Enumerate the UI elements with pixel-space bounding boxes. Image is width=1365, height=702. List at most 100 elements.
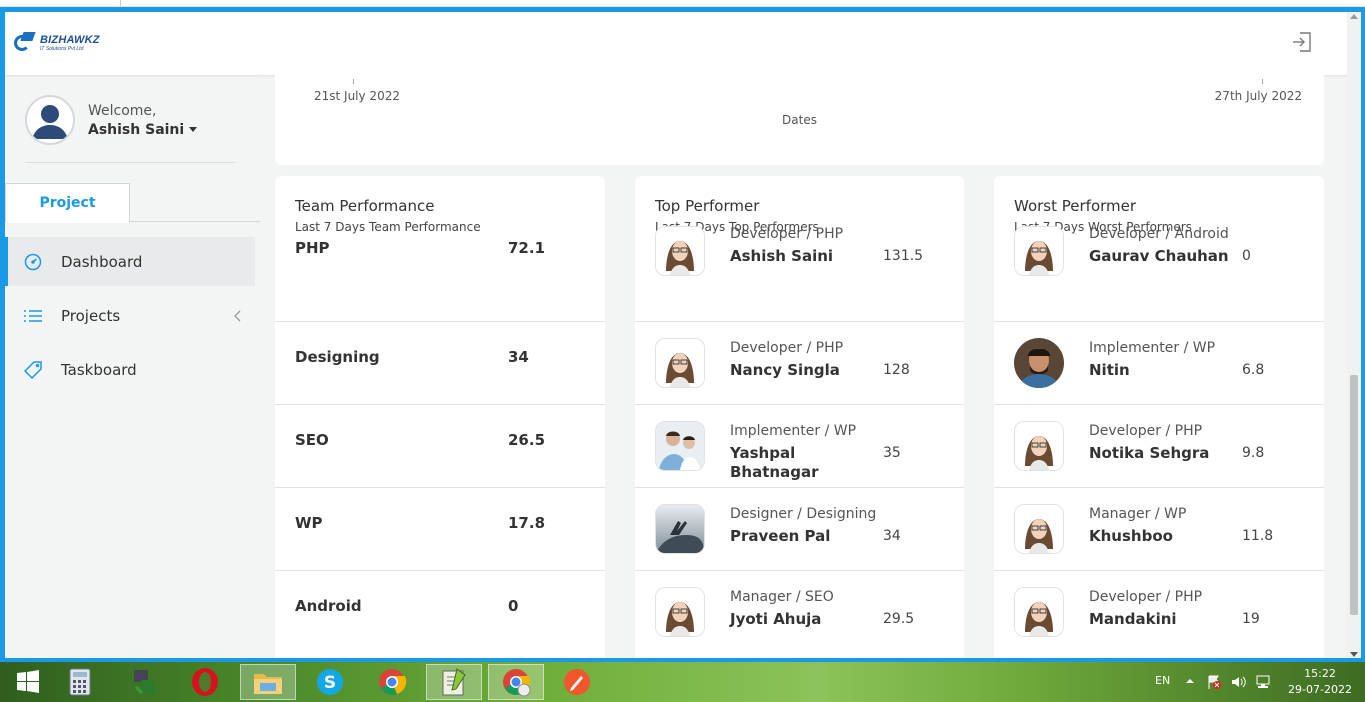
scroll-down-arrow-icon[interactable]	[1350, 652, 1358, 657]
performer-role: Developer / Android	[1089, 226, 1229, 242]
card-title: Top Performer	[655, 197, 760, 215]
card-subtitle: Last 7 Days Team Performance	[295, 220, 481, 234]
team-name: PHP	[295, 239, 330, 257]
scrollbar-thumb[interactable]	[1350, 375, 1358, 615]
dashboard-gauge-icon	[23, 252, 43, 272]
pen-tool-icon[interactable]	[549, 664, 605, 700]
performer-name: Jyoti Ahuja	[730, 610, 822, 628]
team-row: Designing 34	[275, 322, 605, 405]
calculator-icon[interactable]	[52, 664, 108, 700]
sidebar-item-projects[interactable]: Projects	[5, 291, 255, 340]
brand-logo[interactable]: BIZHAWKZ IT Solutions Pvt Ltd	[14, 28, 104, 58]
sky-hand-photo-icon	[655, 504, 705, 554]
tab-edge	[120, 0, 121, 6]
performer-row: Developer / Android Gaurav Chauhan 0	[994, 226, 1324, 322]
team-score: 0	[508, 597, 519, 615]
performer-row: Developer / PHP Mandakini 19	[994, 571, 1324, 654]
scroll-up-arrow-icon[interactable]	[1350, 14, 1358, 19]
performer-score: 19	[1242, 611, 1260, 627]
card-title: Team Performance	[295, 197, 435, 215]
performer-role: Developer / PHP	[730, 340, 844, 356]
female-avatar-icon	[655, 226, 705, 276]
card-title: Worst Performer	[1014, 197, 1137, 215]
team-row: Android 0	[275, 571, 605, 654]
performer-name: Yashpal Bhatnagar	[730, 444, 819, 481]
action-center-flag-icon[interactable]	[1206, 674, 1222, 693]
system-clock[interactable]: 15:22 29-07-2022	[1280, 666, 1360, 698]
chrome-icon[interactable]	[364, 664, 420, 700]
performer-score: 11.8	[1242, 528, 1274, 544]
performer-name: Ashish Saini	[730, 247, 834, 265]
welcome-label: Welcome,	[88, 102, 157, 119]
volume-icon[interactable]	[1230, 674, 1246, 693]
performer-role: Developer / PHP	[730, 226, 844, 242]
female-avatar-icon	[1014, 587, 1064, 637]
language-indicator[interactable]: EN	[1155, 674, 1170, 687]
notepad-plus-plus-icon[interactable]	[426, 664, 482, 700]
performer-name: Khushboo	[1089, 527, 1173, 545]
man-photo-icon	[1014, 338, 1064, 388]
user-avatar[interactable]	[25, 95, 75, 145]
file-explorer-icon[interactable]	[240, 664, 296, 700]
team-name: WP	[295, 514, 323, 532]
tab-project[interactable]: Project	[5, 183, 130, 223]
team-score: 26.5	[508, 431, 546, 449]
performer-row: Implementer / WP Nitin 6.8	[994, 322, 1324, 405]
performer-score: 35	[883, 445, 901, 461]
sidebar: Welcome, Ashish Saini Project Dashboard …	[5, 77, 260, 658]
performer-role: Implementer / WP	[1089, 340, 1216, 356]
worst-performer-card: Worst Performer Last 7 Days Worst Perfor…	[994, 176, 1324, 658]
welcome-block: Welcome, Ashish Saini	[88, 102, 198, 138]
network-icon[interactable]	[1255, 674, 1271, 693]
performer-row: Manager / SEO Jyoti Ahuja 29.5	[635, 571, 964, 654]
performer-score: 29.5	[883, 611, 915, 627]
performer-row: Designer / Designing Praveen Pal 34	[635, 488, 964, 571]
performer-role: Manager / WP	[1089, 506, 1187, 522]
user-profile: Welcome, Ashish Saini	[25, 95, 198, 145]
chevron-left-icon	[233, 308, 241, 326]
user-menu-toggle[interactable]: Ashish Saini	[88, 122, 198, 138]
logout-icon[interactable]	[1290, 30, 1314, 54]
tag-icon	[23, 360, 43, 380]
team-score: 72.1	[508, 239, 546, 257]
chevron-up-icon[interactable]	[1185, 675, 1195, 688]
skype-icon[interactable]: S	[302, 664, 358, 700]
team-score: 17.8	[508, 514, 546, 532]
team-name: SEO	[295, 431, 329, 449]
performer-row: Manager / WP Khushboo 11.8	[994, 488, 1324, 571]
two-people-photo-icon	[655, 421, 705, 471]
sidebar-item-dashboard[interactable]: Dashboard	[5, 237, 255, 286]
performer-role: Designer / Designing	[730, 506, 877, 522]
team-row: PHP 72.1	[275, 239, 605, 322]
performer-row: Developer / PHP Notika Sehgra 9.8	[994, 405, 1324, 488]
start-icon[interactable]	[0, 664, 56, 700]
vertical-scrollbar[interactable]	[1347, 12, 1361, 658]
caret-down-icon	[189, 127, 198, 132]
performer-score: 6.8	[1242, 362, 1265, 378]
list-icon	[23, 306, 43, 326]
x-tick-label-start: 21st July 2022	[314, 89, 400, 103]
divider	[25, 162, 235, 163]
performer-name: Gaurav Chauhan	[1089, 247, 1229, 265]
network-tool-icon[interactable]	[115, 664, 171, 700]
x-tick	[353, 79, 354, 84]
team-name: Designing	[295, 348, 380, 366]
chrome-user-icon[interactable]	[488, 664, 544, 700]
female-avatar-icon	[655, 587, 705, 637]
performer-score: 34	[883, 528, 901, 544]
sidebar-nav: Dashboard Projects Taskboard	[5, 237, 255, 399]
performer-score: 131.5	[883, 248, 924, 264]
performer-name: Nancy Singla	[730, 361, 840, 379]
x-tick-label-end: 27th July 2022	[1214, 89, 1302, 103]
opera-icon[interactable]	[177, 664, 233, 700]
app-window: BIZHAWKZ IT Solutions Pvt Ltd Welcome, A…	[0, 7, 1365, 662]
sidebar-tabs: Project	[5, 183, 260, 223]
sidebar-item-taskboard[interactable]: Taskboard	[5, 345, 255, 394]
main-content: 21st July 2022 27th July 2022 Dates Team…	[275, 57, 1325, 658]
performer-name: Nitin	[1089, 361, 1130, 379]
female-avatar-icon	[1014, 421, 1064, 471]
female-avatar-icon	[655, 338, 705, 388]
performer-name: Mandakini	[1089, 610, 1177, 628]
team-name: Android	[295, 597, 362, 615]
sidebar-item-label: Dashboard	[61, 252, 143, 271]
